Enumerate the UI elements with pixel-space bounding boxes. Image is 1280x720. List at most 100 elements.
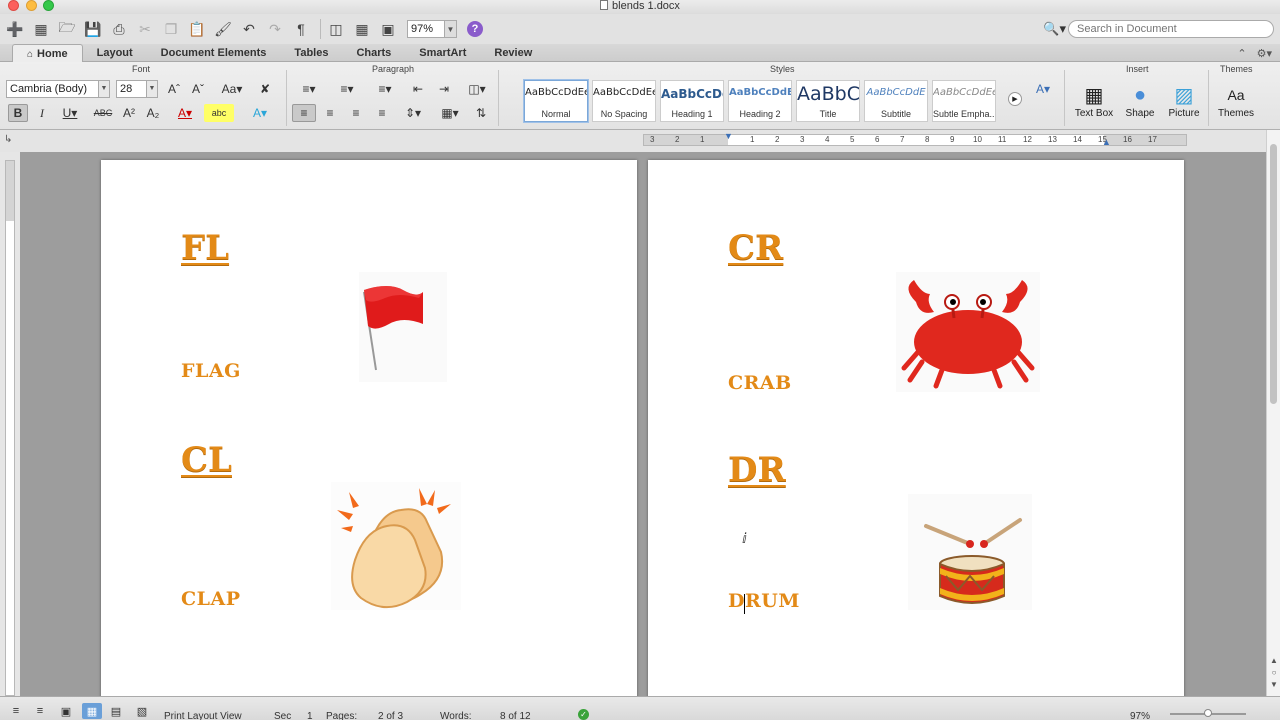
line-spacing-button[interactable]: ⇕▾ <box>398 104 428 122</box>
templates-icon[interactable]: ▦ <box>30 18 52 40</box>
red-crab-image[interactable] <box>896 272 1040 392</box>
clapping-hands-image[interactable] <box>331 482 461 610</box>
next-page-icon[interactable]: ▼ <box>1269 680 1279 690</box>
tab-stop-selector[interactable]: ↳ <box>4 134 12 145</box>
change-case-icon[interactable]: Aa▾ <box>218 80 246 98</box>
vertical-ruler[interactable] <box>5 160 15 696</box>
zoom-slider-thumb[interactable] <box>1204 709 1212 717</box>
browse-object-icon[interactable]: ○ <box>1269 668 1279 678</box>
page-1[interactable]: FL FLAG CL CLAP <box>101 160 637 696</box>
align-right-button[interactable]: ≡ <box>344 104 368 122</box>
tab-home[interactable]: ⌂ Home <box>12 43 83 62</box>
underline-button[interactable]: U▾ <box>56 104 84 122</box>
decrease-indent-button[interactable]: ⇤ <box>406 80 430 98</box>
grow-font-icon[interactable]: Aˆ <box>164 80 184 98</box>
strikethrough-button[interactable]: ABC <box>90 104 116 122</box>
bold-button[interactable]: B <box>8 104 28 122</box>
italic-button[interactable]: I <box>32 104 52 122</box>
previous-page-icon[interactable]: ▲ <box>1269 656 1279 666</box>
word-label[interactable]: FLAG <box>181 360 241 382</box>
notebook-view-icon[interactable]: ▤ <box>106 703 126 719</box>
chevron-down-icon[interactable]: ▼ <box>445 20 457 38</box>
bullets-button[interactable]: ≡▾ <box>292 80 326 98</box>
save-icon[interactable]: 💾 <box>82 18 104 40</box>
tab-review[interactable]: Review <box>480 44 546 62</box>
blend-heading[interactable]: CR <box>728 228 783 268</box>
words-value[interactable]: 8 of 12 <box>500 711 531 720</box>
zoom-window-button[interactable] <box>43 0 54 11</box>
pilcrow-icon[interactable]: ¶ <box>290 18 312 40</box>
picture-button[interactable]: ▨ Picture <box>1160 82 1208 126</box>
collapse-ribbon-icon[interactable]: ⌃ <box>1237 47 1246 60</box>
highlight-button[interactable]: abc <box>204 104 234 122</box>
word-label[interactable]: CRAB <box>728 372 792 394</box>
style-no-spacing[interactable]: AaBbCcDdEe No Spacing <box>592 80 656 122</box>
columns-button[interactable]: ◫▾ <box>462 80 492 98</box>
font-size-select[interactable]: 28 ▼ <box>116 80 158 98</box>
blend-heading[interactable]: CL <box>181 440 232 480</box>
document-canvas[interactable]: FL FLAG CL CLAP CR CRAB DR DRUM <box>20 152 1266 696</box>
publishing-view-icon[interactable]: ▣ <box>56 703 76 719</box>
shrink-font-icon[interactable]: Aˇ <box>188 80 208 98</box>
tab-smartart[interactable]: SmartArt <box>405 44 480 62</box>
style-subtle-emphasis[interactable]: AaBbCcDdEe Subtle Empha... <box>932 80 996 122</box>
chevron-right-icon[interactable]: ▶ <box>1008 92 1022 106</box>
new-doc-icon[interactable]: ➕ <box>4 18 26 40</box>
style-set-icon[interactable]: A▾ <box>1032 80 1054 98</box>
tab-charts[interactable]: Charts <box>342 44 405 62</box>
shape-button[interactable]: ● Shape <box>1116 82 1164 126</box>
search-icon[interactable]: 🔍▾ <box>1043 21 1066 37</box>
search-input[interactable] <box>1068 20 1274 38</box>
tab-layout[interactable]: Layout <box>83 44 147 62</box>
font-name-select[interactable]: Cambria (Body) ▼ <box>6 80 110 98</box>
cut-icon[interactable]: ✂ <box>134 18 156 40</box>
close-window-button[interactable] <box>8 0 19 11</box>
page-2[interactable]: CR CRAB DR DRUM <box>648 160 1184 696</box>
font-color-button[interactable]: A▾ <box>170 104 200 122</box>
right-indent-marker-icon[interactable]: ▲ <box>1102 137 1111 147</box>
word-label[interactable]: DRUM <box>728 590 800 612</box>
numbering-button[interactable]: ≡▾ <box>330 80 364 98</box>
drum-image[interactable] <box>908 494 1032 610</box>
format-painter-icon[interactable]: 🖌 <box>212 18 234 40</box>
subscript-button[interactable]: A₂ <box>142 104 164 122</box>
indent-marker-icon[interactable]: ▼ <box>724 131 733 141</box>
copy-icon[interactable]: ❐ <box>160 18 182 40</box>
style-heading-2[interactable]: AaBbCcDdEeHeading 2 <box>728 80 792 122</box>
themes-button[interactable]: Aa Themes <box>1212 82 1260 126</box>
tab-document-elements[interactable]: Document Elements <box>147 44 281 62</box>
outline-view-icon[interactable]: ≡ <box>30 703 50 719</box>
zoom-select[interactable]: 97% <box>407 20 445 38</box>
multilevel-list-button[interactable]: ≡▾ <box>368 80 402 98</box>
increase-indent-button[interactable]: ⇥ <box>432 80 456 98</box>
style-heading-1[interactable]: AaBbCcDc Heading 1 <box>660 80 724 122</box>
spelling-check-icon[interactable]: ✓ <box>578 709 589 720</box>
blend-heading[interactable]: DR <box>728 450 786 490</box>
borders-button[interactable]: ▦▾ <box>436 104 464 122</box>
style-normal[interactable]: AaBbCcDdEe Normal <box>524 80 588 122</box>
align-center-button[interactable]: ≡ <box>318 104 342 122</box>
redo-icon[interactable]: ↷ <box>264 18 286 40</box>
scrollbar-thumb[interactable] <box>1270 144 1277 404</box>
print-icon[interactable]: ⎙ <box>108 18 130 40</box>
sidebar-icon[interactable]: ◫ <box>325 18 347 40</box>
open-icon[interactable]: 🗁 <box>56 18 78 40</box>
align-left-button[interactable]: ≡ <box>292 104 316 122</box>
gear-icon[interactable]: ⚙▾ <box>1257 47 1272 60</box>
gallery-icon[interactable]: ▦ <box>351 18 373 40</box>
draft-view-icon[interactable]: ≡ <box>6 703 26 719</box>
print-layout-view-icon[interactable]: ▦ <box>82 703 102 719</box>
media-browser-icon[interactable]: ▣ <box>377 18 399 40</box>
text-effects-button[interactable]: A▾ <box>246 104 274 122</box>
paste-icon[interactable]: 📋 <box>186 18 208 40</box>
help-icon[interactable]: ? <box>467 21 483 37</box>
undo-icon[interactable]: ↶ <box>238 18 260 40</box>
tab-tables[interactable]: Tables <box>280 44 342 62</box>
clear-formatting-icon[interactable]: ✘ <box>254 80 276 98</box>
focus-view-icon[interactable]: ▧ <box>132 703 152 719</box>
justify-button[interactable]: ≡ <box>370 104 394 122</box>
vertical-scrollbar[interactable]: ▲ ○ ▼ <box>1266 130 1280 696</box>
text-box-button[interactable]: ▦ Text Box <box>1070 82 1118 126</box>
word-label[interactable]: CLAP <box>181 588 241 610</box>
superscript-button[interactable]: A² <box>118 104 140 122</box>
